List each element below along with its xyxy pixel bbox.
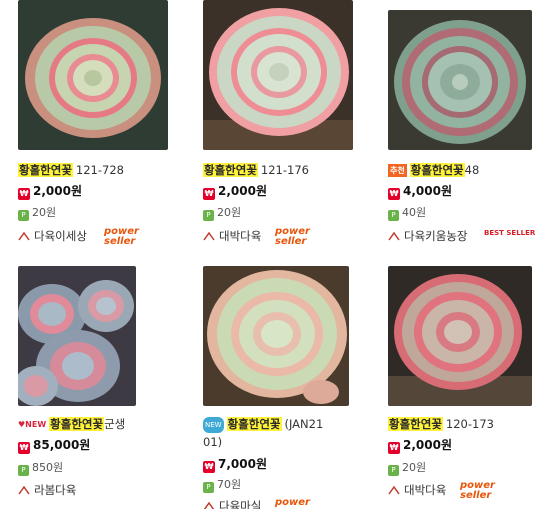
seller-name[interactable]: 대박다육 [404, 483, 446, 497]
succulent-image [203, 0, 353, 150]
seller-link[interactable]: 다육이세상 [18, 228, 87, 244]
product-name[interactable]: 황홀한연꽃 [388, 417, 443, 431]
product-name[interactable]: 황홀한연꽃 [226, 417, 282, 431]
home-icon [18, 231, 30, 241]
product-image[interactable] [203, 266, 349, 406]
points-icon: P [18, 465, 29, 476]
price-value: 4,000원 [403, 184, 452, 198]
price-icon: ₩ [18, 188, 30, 200]
product-title-cont[interactable]: 01) [203, 434, 222, 450]
product-price: ₩4,000원 [388, 183, 452, 200]
best-seller-badge: BEST SELLER [484, 229, 536, 237]
product-title[interactable]: ♥NEW 황홀한연꽃군생 [18, 416, 125, 433]
price-icon: ₩ [203, 188, 215, 200]
price-icon: ₩ [18, 442, 30, 454]
seller-name[interactable]: 다육키움농장 [404, 229, 467, 243]
succulent-image [18, 266, 136, 406]
price-icon: ₩ [388, 442, 400, 454]
seller-link[interactable]: 다육마실 [203, 498, 261, 509]
points-value: 20원 [217, 206, 242, 219]
seller-name[interactable]: 다육마실 [219, 499, 261, 509]
points-icon: P [388, 465, 399, 476]
power-seller-badge: power seller [275, 226, 310, 247]
seller-link[interactable]: 대박다육 [203, 228, 261, 244]
price-icon: ₩ [388, 188, 400, 200]
home-icon [203, 231, 215, 241]
product-title[interactable]: 황홀한연꽃 120-173 [388, 416, 494, 432]
points-value: 850원 [32, 461, 64, 474]
power-seller-badge: power seller [460, 480, 495, 501]
points-value: 20원 [32, 206, 57, 219]
seller-link[interactable]: 라봄다육 [18, 482, 76, 498]
product-image[interactable] [203, 0, 353, 150]
product-code[interactable]: 121-176 [261, 163, 309, 177]
points-icon: P [203, 482, 214, 493]
product-price: ₩2,000원 [388, 437, 452, 454]
recommend-tag: 추천 [388, 164, 407, 177]
succulent-image [203, 266, 349, 406]
product-title[interactable]: 추천 황홀한연꽃48 [388, 162, 479, 178]
product-name[interactable]: 황홀한연꽃 [409, 163, 465, 177]
points-icon: P [203, 210, 214, 221]
product-code-cont[interactable]: 01) [203, 435, 222, 449]
price-value: 2,000원 [403, 438, 452, 452]
price-value: 2,000원 [33, 184, 82, 198]
product-points: P 20원 [388, 460, 426, 476]
succulent-image [388, 266, 532, 406]
points-value: 20원 [402, 461, 427, 474]
product-points: P 850원 [18, 460, 63, 476]
points-icon: P [18, 210, 29, 221]
product-title[interactable]: 황홀한연꽃 121-728 [18, 162, 124, 178]
product-image[interactable] [388, 10, 532, 150]
price-value: 7,000원 [218, 457, 267, 471]
price-value: 85,000원 [33, 438, 91, 452]
product-price: ₩85,000원 [18, 437, 90, 454]
product-points: P 40원 [388, 205, 426, 221]
succulent-image [388, 10, 532, 150]
product-name[interactable]: 황홀한연꽃 [49, 417, 105, 431]
product-code[interactable]: 48 [465, 163, 480, 177]
seller-name[interactable]: 대박다육 [219, 229, 261, 243]
product-price: ₩7,000원 [203, 456, 267, 473]
product-title[interactable]: 황홀한연꽃 121-176 [203, 162, 309, 178]
home-icon [18, 485, 30, 495]
product-name[interactable]: 황홀한연꽃 [18, 163, 73, 177]
product-price: ₩2,000원 [203, 183, 267, 200]
product-price: ₩2,000원 [18, 183, 82, 200]
product-points: P 70원 [203, 477, 241, 493]
product-code[interactable]: (JAN21 [285, 417, 324, 431]
points-icon: P [388, 210, 399, 221]
seller-name[interactable]: 다육이세상 [34, 229, 87, 243]
points-value: 40원 [402, 206, 427, 219]
power-seller-badge: power [275, 497, 310, 508]
product-title[interactable]: NEW 황홀한연꽃 (JAN21 [203, 416, 323, 433]
product-image[interactable] [388, 266, 532, 406]
product-name[interactable]: 황홀한연꽃 [203, 163, 258, 177]
price-icon: ₩ [203, 461, 215, 473]
home-icon [388, 485, 400, 495]
product-image[interactable] [18, 266, 136, 406]
seller-link[interactable]: 다육키움농장 [388, 228, 467, 244]
power-seller-badge: power seller [104, 226, 139, 247]
home-icon [388, 231, 400, 241]
product-points: P 20원 [18, 205, 56, 221]
home-icon [203, 501, 215, 509]
price-value: 2,000원 [218, 184, 267, 198]
succulent-image [18, 0, 168, 150]
product-points: P 20원 [203, 205, 241, 221]
seller-link[interactable]: 대박다육 [388, 482, 446, 498]
seller-name[interactable]: 라봄다육 [34, 483, 76, 497]
product-code[interactable]: 121-728 [76, 163, 124, 177]
product-code[interactable]: 군생 [104, 417, 125, 431]
new-tag: NEW [203, 417, 224, 433]
product-code[interactable]: 120-173 [446, 417, 494, 431]
new-tag: ♥NEW [18, 420, 47, 429]
points-value: 70원 [217, 478, 242, 491]
product-image[interactable] [18, 0, 168, 150]
